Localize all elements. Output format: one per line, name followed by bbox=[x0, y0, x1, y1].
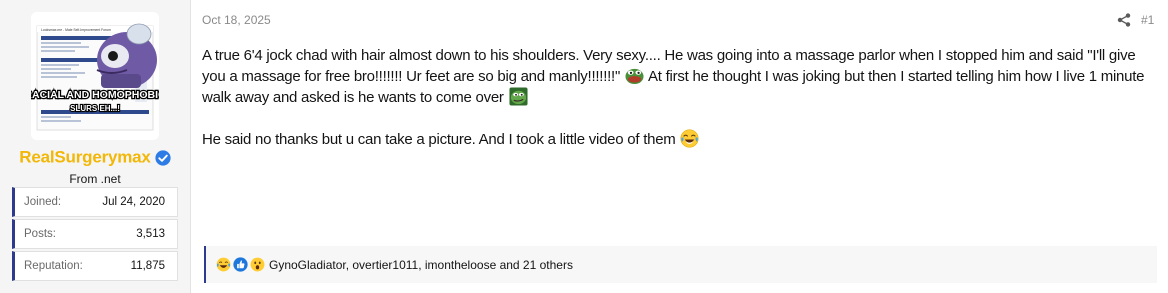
stat-label: Posts: bbox=[24, 228, 56, 240]
avatar-caption-line2: SLURS EH...! bbox=[70, 104, 120, 113]
user-title: From .net bbox=[69, 172, 121, 186]
user-panel: Looksmax.me - Male Self-Improvement Foru… bbox=[0, 0, 191, 293]
share-icon[interactable] bbox=[1117, 13, 1131, 27]
frog-emoji-icon bbox=[625, 68, 644, 85]
avatar-image: Looksmax.me - Male Self-Improvement Foru… bbox=[31, 12, 159, 140]
forum-post: Looksmax.me - Male Self-Improvement Foru… bbox=[0, 0, 1168, 293]
post-paragraph: He said no thanks but u can take a pictu… bbox=[202, 129, 1147, 150]
avatar-header-text: Looksmax.me - Male Self-Improvement Foru… bbox=[41, 28, 111, 32]
post-text: He said no thanks but u can take a pictu… bbox=[202, 131, 676, 148]
username-link[interactable]: RealSurgerymax bbox=[0, 147, 190, 168]
stat-value: 3,513 bbox=[136, 228, 165, 240]
avatar-caption-line1: RACIAL AND HOMOPHOBIC bbox=[31, 89, 159, 101]
reactions-bar[interactable]: GynoGladiator, overtier1011, imontheloos… bbox=[204, 246, 1157, 283]
post-body: A true 6'4 jock chad with hair almost do… bbox=[202, 45, 1147, 150]
post-paragraph: A true 6'4 jock chad with hair almost do… bbox=[202, 45, 1147, 108]
avatar[interactable]: Looksmax.me - Male Self-Improvement Foru… bbox=[31, 12, 159, 140]
pepe-emoji-icon bbox=[509, 87, 528, 106]
user-stats: Joined: Jul 24, 2020 Posts: 3,513 Reputa… bbox=[12, 187, 178, 283]
stat-label: Joined: bbox=[24, 196, 62, 208]
crying-laughing-emoji-icon bbox=[680, 129, 699, 148]
stat-label: Reputation: bbox=[24, 260, 83, 272]
surprised-face-icon bbox=[250, 257, 265, 272]
stat-reputation: Reputation: 11,875 bbox=[12, 251, 178, 281]
stat-posts: Posts: 3,513 bbox=[12, 219, 178, 249]
stat-value: 11,875 bbox=[130, 260, 165, 272]
stat-value: Jul 24, 2020 bbox=[102, 196, 165, 208]
reaction-users-link[interactable]: GynoGladiator, overtier1011, imontheloos… bbox=[269, 258, 573, 272]
post-number-link[interactable]: #1 bbox=[1141, 13, 1154, 27]
stat-joined: Joined: Jul 24, 2020 bbox=[12, 187, 178, 217]
verified-badge-icon bbox=[155, 149, 171, 166]
username[interactable]: RealSurgerymax bbox=[19, 148, 151, 167]
post-date[interactable]: Oct 18, 2025 bbox=[202, 13, 271, 27]
message-panel: Oct 18, 2025 #1 A true 6'4 jock chad wit… bbox=[191, 0, 1168, 293]
thumbs-up-icon bbox=[233, 257, 248, 272]
crying-laughing-icon bbox=[216, 257, 231, 272]
